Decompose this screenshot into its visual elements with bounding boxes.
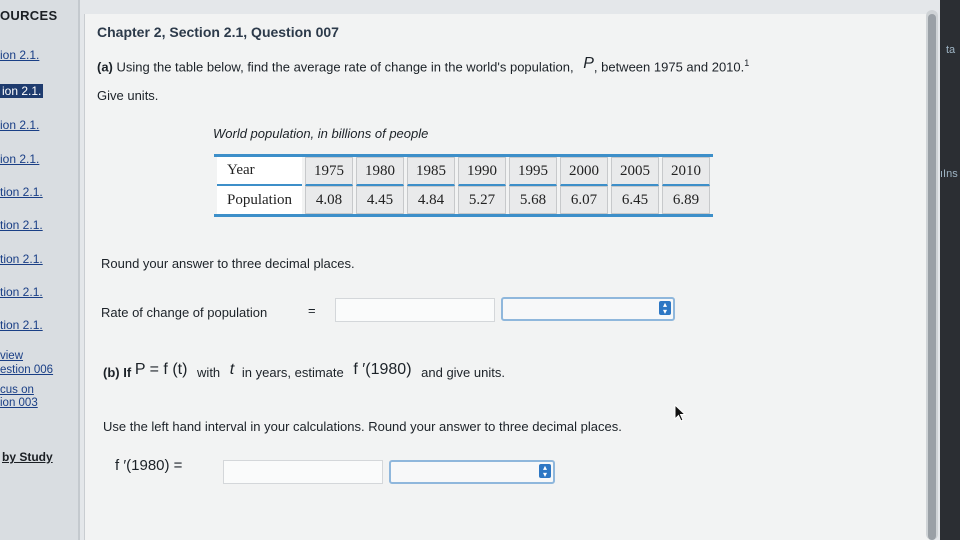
sidebar-item-section[interactable]: tion 2.1. (0, 252, 43, 266)
year-cell: 1990 (458, 157, 507, 186)
sidebar-heading: OURCES (0, 8, 58, 23)
population-cell: 5.68 (509, 186, 558, 214)
edge-text-top: ta (946, 44, 956, 56)
equation-p-f-t: P = f (t) (134, 361, 188, 378)
year-cell: 1985 (407, 157, 456, 186)
chevron-up-down-icon[interactable]: ▴ ▾ (539, 464, 551, 479)
table-caption: World population, in billions of people (213, 126, 429, 141)
part-a-prompt: (a) Using the table below, find the aver… (97, 55, 750, 76)
sidebar-link-focus[interactable]: cus on (0, 384, 34, 396)
rate-answer-input[interactable] (335, 298, 495, 322)
year-cell: 1975 (305, 157, 354, 186)
question-title: Chapter 2, Section 2.1, Question 007 (97, 24, 339, 40)
give-units-text: Give units. (97, 88, 159, 103)
population-cell: 6.07 (560, 186, 609, 214)
question-panel: Chapter 2, Section 2.1, Question 007 (a)… (84, 14, 929, 540)
f-prime-1980: f ′(1980) (353, 361, 412, 378)
part-b-instruction: Use the left hand interval in your calcu… (103, 419, 622, 434)
sidebar-item-section[interactable]: tion 2.1. (0, 218, 43, 232)
part-a-text: Using the table below, find the average … (116, 59, 574, 75)
rate-units-select[interactable]: ▴ ▾ (501, 297, 675, 321)
with-text: with (197, 365, 221, 380)
population-cell: 6.89 (662, 186, 711, 214)
var-t: t (229, 361, 235, 378)
year-cell: 2010 (662, 157, 711, 186)
row-header-year: Year (217, 157, 303, 186)
population-cell: 4.08 (305, 186, 354, 214)
year-cell: 1995 (509, 157, 558, 186)
f-prime-units-select[interactable]: ▴ ▾ (389, 460, 555, 484)
scrollbar-thumb[interactable] (928, 14, 936, 540)
sidebar-link-view[interactable]: view (0, 350, 23, 362)
population-cell: 4.84 (407, 186, 456, 214)
sidebar-item-section[interactable]: tion 2.1. (0, 185, 43, 199)
population-cell: 6.45 (611, 186, 660, 214)
row-header-population: Population (217, 186, 303, 214)
part-b-label: (b) (103, 365, 120, 380)
give-units-b: and give units. (421, 365, 505, 380)
population-table: Year 1975 1980 1985 1990 1995 2000 2005 … (214, 154, 714, 217)
browser-screen: OURCES ion 2.1. ion 2.1. ion 2.1. ion 2.… (0, 0, 960, 540)
equals-sign: = (308, 303, 316, 318)
population-cell: 5.27 (458, 186, 507, 214)
footnote-marker: 1 (744, 58, 750, 68)
part-b-prompt: (b) If P = f (t) with t in years, estima… (103, 361, 505, 382)
var-p: P (583, 55, 594, 73)
mouse-pointer-icon (674, 404, 686, 422)
f-prime-answer-label: f ′(1980) = (115, 457, 183, 474)
part-b-if: If (123, 365, 132, 380)
rate-of-change-label: Rate of change of population (101, 305, 268, 320)
sidebar-item-section-active[interactable]: ion 2.1. (0, 84, 44, 98)
in-years-text: in years, estimate (241, 365, 344, 380)
part-a-label: (a) (97, 59, 113, 75)
table-row-year: Year 1975 1980 1985 1990 1995 2000 2005 … (217, 157, 711, 186)
edge-text-mid: ıIns (940, 168, 958, 180)
sidebar-item-section[interactable]: ion 2.1. (0, 152, 39, 166)
sidebar-item-section[interactable]: tion 2.1. (0, 285, 43, 299)
sidebar-item-section[interactable]: ion 2.1. (0, 48, 39, 62)
sidebar-item-section[interactable]: ion 2.1. (0, 118, 39, 132)
year-cell: 2000 (560, 157, 609, 186)
resources-sidebar: OURCES ion 2.1. ion 2.1. ion 2.1. ion 2.… (0, 0, 80, 540)
sidebar-item-section[interactable]: tion 2.1. (0, 318, 43, 332)
population-cell: 4.45 (356, 186, 405, 214)
f-prime-answer-input[interactable] (223, 460, 383, 484)
year-cell: 1980 (356, 157, 405, 186)
sidebar-link-study[interactable]: by Study (2, 450, 53, 464)
table-row-population: Population 4.08 4.45 4.84 5.27 5.68 6.07… (217, 186, 711, 214)
sidebar-link-question[interactable]: estion 006 (0, 364, 53, 376)
chevron-up-down-icon[interactable]: ▴ ▾ (659, 301, 671, 316)
year-cell: 2005 (611, 157, 660, 186)
sidebar-link-question[interactable]: ion 003 (0, 397, 38, 409)
part-a-text-after: , between 1975 and 2010. (593, 59, 745, 75)
adjacent-window-edge: ta ıIns (940, 0, 960, 540)
round-note-a: Round your answer to three decimal place… (101, 256, 355, 271)
